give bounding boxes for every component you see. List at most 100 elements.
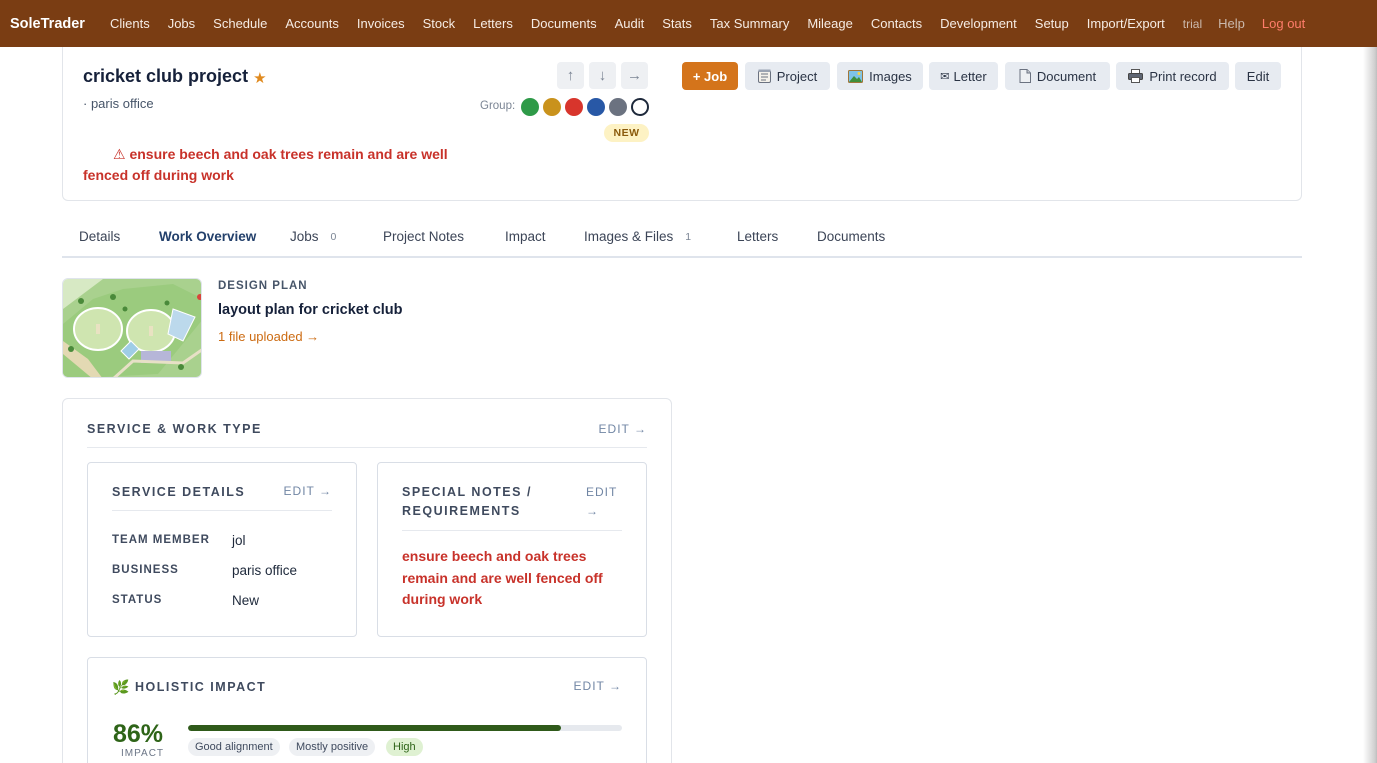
- impact-chip-high: High: [386, 738, 423, 756]
- project-button[interactable]: Project: [745, 62, 830, 90]
- letter-button[interactable]: ✉ Letter: [929, 62, 998, 90]
- tab-letters[interactable]: Letters: [737, 229, 778, 244]
- design-plan-files-link[interactable]: 1 file uploaded →: [218, 329, 319, 344]
- impact-progress-bar: [188, 725, 622, 731]
- team-member-label: TEAM MEMBER: [112, 534, 210, 546]
- images-button[interactable]: Images: [837, 62, 923, 90]
- site-map-image: [63, 279, 201, 377]
- nav-stock[interactable]: Stock: [423, 16, 456, 31]
- tab-label: Impact: [505, 229, 546, 244]
- window-edge: [1363, 47, 1377, 763]
- tab-label: Details: [79, 229, 121, 244]
- tab-jobs[interactable]: Jobs 0: [290, 229, 336, 244]
- add-job-label: + Job: [692, 68, 728, 84]
- status-badge: NEW: [604, 124, 649, 142]
- nav-development[interactable]: Development: [940, 16, 1017, 31]
- nav-links: Clients Jobs Schedule Accounts Invoices …: [110, 16, 1305, 31]
- brand-logo[interactable]: SoleTrader: [10, 16, 85, 32]
- impact-chip: Mostly positive: [289, 738, 376, 756]
- business-label: BUSINESS: [112, 564, 179, 576]
- nav-mileage[interactable]: Mileage: [807, 16, 853, 31]
- picture-icon: [848, 69, 864, 83]
- nav-accounts[interactable]: Accounts: [285, 16, 338, 31]
- top-nav: SoleTrader Clients Jobs Schedule Account…: [0, 0, 1377, 47]
- printer-icon: [1128, 69, 1144, 83]
- special-notes-title: SPECIAL NOTES / REQUIREMENTS: [402, 483, 532, 521]
- envelope-icon: ✉: [940, 70, 950, 83]
- trial-badge: trial: [1182, 16, 1203, 31]
- nav-audit[interactable]: Audit: [615, 16, 645, 31]
- next-project-button[interactable]: →: [621, 62, 648, 89]
- print-record-label: Print record: [1149, 68, 1217, 84]
- nav-import-export[interactable]: Import/Export: [1087, 16, 1165, 31]
- group-color-red[interactable]: [565, 98, 583, 116]
- nav-clients[interactable]: Clients: [110, 16, 150, 31]
- edit-label: Edit: [1246, 68, 1270, 84]
- nav-help[interactable]: Help: [1218, 16, 1245, 31]
- special-notes-title-line: SPECIAL NOTES /: [402, 485, 532, 499]
- nav-jobs[interactable]: Jobs: [168, 16, 195, 31]
- group-label: Group:: [480, 100, 516, 112]
- group-color-blue[interactable]: [587, 98, 605, 116]
- group-color-none[interactable]: [631, 98, 649, 116]
- service-details-edit-link[interactable]: EDIT →: [284, 482, 332, 501]
- service-work-type-panel: SERVICE & WORK TYPE EDIT → SERVICE DETAI…: [62, 398, 672, 763]
- tab-project-notes[interactable]: Project Notes: [383, 229, 464, 244]
- nav-schedule[interactable]: Schedule: [213, 16, 267, 31]
- tab-count-badge: 0: [330, 230, 337, 243]
- document-label: Document: [1036, 68, 1097, 84]
- leaf-icon: 🌿: [112, 679, 130, 695]
- move-down-button[interactable]: ↓: [589, 62, 616, 89]
- project-header-card: cricket club project ★ · paris office ⚠ …: [62, 47, 1302, 201]
- holistic-impact-edit-link[interactable]: EDIT →: [574, 677, 622, 696]
- edit-button[interactable]: Edit: [1235, 62, 1281, 90]
- service-work-type-edit-link[interactable]: EDIT →: [599, 422, 647, 436]
- divider: [402, 530, 622, 531]
- tab-details[interactable]: Details: [79, 229, 120, 244]
- status-label: STATUS: [112, 594, 163, 606]
- panel-title: SERVICE & WORK TYPE: [87, 422, 262, 436]
- design-plan-label: DESIGN PLAN: [218, 280, 308, 292]
- arrow-up-icon: ↑: [566, 67, 575, 84]
- design-plan-thumbnail[interactable]: [62, 278, 202, 378]
- tab-documents[interactable]: Documents: [817, 229, 885, 244]
- tab-images-files[interactable]: Images & Files 1: [584, 229, 691, 244]
- impact-label: IMPACT: [121, 748, 165, 759]
- holistic-impact-card: 🌿 HOLISTIC IMPACT EDIT → 86% IMPACT Good…: [87, 657, 647, 763]
- document-button[interactable]: Document: [1005, 62, 1110, 90]
- document-icon: [1019, 69, 1031, 83]
- edit-text: EDIT: [586, 485, 618, 499]
- star-icon[interactable]: ★: [253, 69, 266, 87]
- tab-count-badge: 1: [685, 230, 692, 243]
- impact-progress-fill: [188, 725, 562, 731]
- project-label: Project: [776, 68, 818, 84]
- nav-letters[interactable]: Letters: [473, 16, 513, 31]
- print-record-button[interactable]: Print record: [1116, 62, 1229, 90]
- special-notes-edit-link[interactable]: EDIT →: [586, 483, 617, 521]
- arrow-right-icon: →: [586, 504, 599, 518]
- tab-work-overview[interactable]: Work Overview: [159, 229, 256, 244]
- arrow-down-icon: ↓: [598, 67, 607, 84]
- nav-tax-summary[interactable]: Tax Summary: [710, 16, 789, 31]
- special-notes-title-line: REQUIREMENTS: [402, 504, 521, 518]
- logout-link[interactable]: Log out: [1262, 16, 1305, 31]
- notepad-icon: [757, 69, 771, 83]
- project-warning: ⚠ ensure beech and oak trees remain and …: [83, 146, 448, 183]
- nav-invoices[interactable]: Invoices: [357, 16, 405, 31]
- tab-impact[interactable]: Impact: [505, 229, 546, 244]
- special-notes-text: ensure beech and oak trees remain and ar…: [402, 548, 603, 607]
- nav-setup[interactable]: Setup: [1035, 16, 1069, 31]
- tab-label: Jobs: [290, 229, 319, 244]
- nav-documents[interactable]: Documents: [531, 16, 597, 31]
- nav-stats[interactable]: Stats: [662, 16, 692, 31]
- group-color-grey[interactable]: [609, 98, 627, 116]
- add-job-button[interactable]: + Job: [682, 62, 738, 90]
- group-color-amber[interactable]: [543, 98, 561, 116]
- design-plan-title: layout plan for cricket club: [218, 302, 403, 318]
- group-color-green[interactable]: [521, 98, 539, 116]
- impact-percentage: 86%: [113, 720, 164, 748]
- move-up-button[interactable]: ↑: [557, 62, 584, 89]
- tab-label: Work Overview: [159, 229, 257, 244]
- nav-contacts[interactable]: Contacts: [871, 16, 922, 31]
- images-label: Images: [869, 68, 912, 84]
